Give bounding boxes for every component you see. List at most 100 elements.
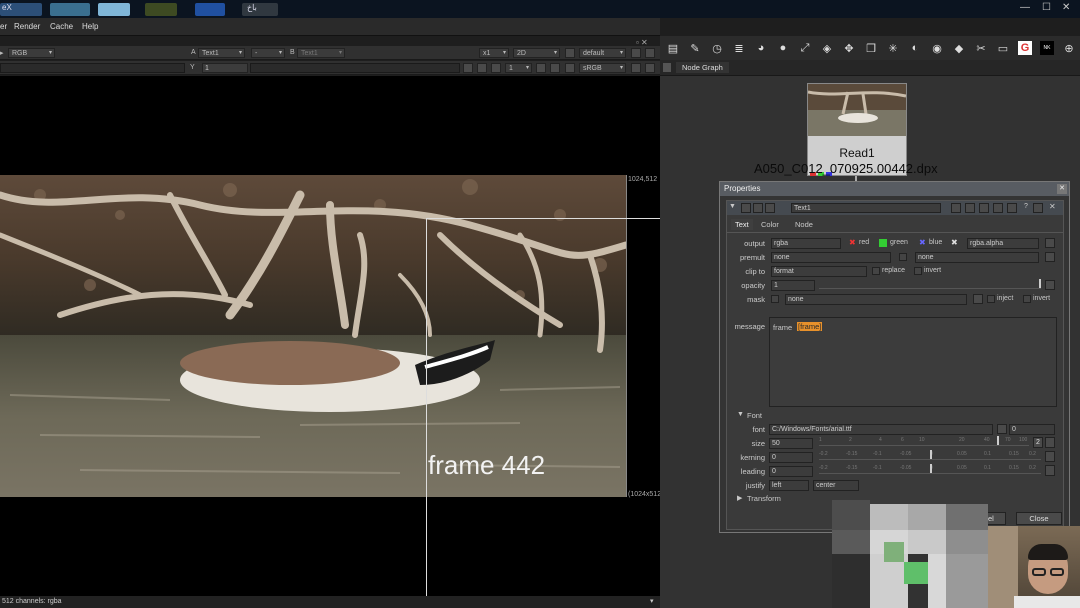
content-menu-icon[interactable] [663, 63, 671, 72]
minimize-icon[interactable]: — [1020, 2, 1030, 13]
more-icon[interactable]: ⊕ [1062, 41, 1076, 55]
taskbar-app-5[interactable] [195, 3, 225, 16]
kerning-slider-handle[interactable] [930, 450, 932, 459]
keyer-nodes-icon[interactable]: ⤢ [798, 41, 812, 55]
tab-node[interactable]: Node [795, 220, 813, 229]
justify-horizontal-dropdown[interactable]: left [769, 480, 809, 491]
collapse-icon[interactable]: ▼ [729, 203, 736, 210]
info-icon[interactable] [645, 63, 655, 73]
other-nodes-icon[interactable]: ▭ [996, 41, 1010, 55]
checkerboard-icon[interactable] [550, 63, 560, 73]
kerning-animation-button[interactable] [1045, 451, 1055, 462]
taskbar-app-4[interactable] [145, 3, 177, 16]
opacity-slider[interactable] [819, 280, 1041, 289]
color-chip-icon[interactable] [965, 203, 975, 213]
view-mode-dropdown[interactable]: 2D [513, 48, 560, 58]
green-channel-icon[interactable] [879, 239, 887, 247]
time-nodes-icon[interactable]: ◷ [710, 41, 724, 55]
premult-dropdown[interactable]: none [771, 252, 891, 263]
taskbar-app-3[interactable] [98, 3, 130, 16]
ip-icon[interactable] [631, 63, 641, 73]
opacity-field[interactable]: 1 [771, 280, 815, 291]
maximize-icon[interactable]: ☐ [1042, 2, 1051, 13]
red-channel-icon[interactable]: ✖ [849, 238, 856, 247]
channels-dropdown[interactable]: RGB [8, 48, 55, 58]
output-menu-button[interactable] [1045, 238, 1055, 248]
blue-channel-icon[interactable]: ✖ [919, 238, 926, 247]
close-button[interactable]: Close [1016, 512, 1062, 525]
viewer-process-dropdown[interactable]: default [579, 48, 626, 58]
plugin-icon[interactable]: NK [1040, 41, 1054, 55]
inject-checkbox[interactable] [987, 295, 995, 303]
gizmo-g-icon[interactable]: G [1018, 41, 1032, 55]
input-b-dropdown[interactable]: Text1 [297, 48, 345, 58]
wipe-operation-dropdown[interactable]: - [251, 48, 285, 58]
fit-icon[interactable] [463, 63, 473, 73]
gamma-slider[interactable] [250, 63, 460, 73]
wipe-handle-horizontal[interactable] [426, 218, 660, 219]
redo-icon[interactable] [993, 203, 1003, 213]
viewer-toggle-icon[interactable] [951, 203, 961, 213]
message-textarea[interactable]: frame [frame] [769, 317, 1057, 407]
question-icon[interactable]: ? [1024, 203, 1028, 210]
menu-render[interactable]: Render [14, 22, 40, 31]
overlay-icon[interactable] [536, 63, 546, 73]
views-nodes-icon[interactable]: ◉ [930, 41, 944, 55]
properties-close-icon[interactable]: ✕ [1057, 184, 1067, 194]
premult-checkbox[interactable] [899, 253, 907, 261]
panel-close-icon[interactable]: ✕ [1049, 202, 1056, 211]
gain-slider[interactable] [0, 63, 185, 73]
alpha-dropdown[interactable]: rgba.alpha [967, 238, 1039, 249]
revert-icon[interactable] [1007, 203, 1017, 213]
help-icon[interactable] [741, 203, 751, 213]
transform-section-toggle-icon[interactable]: ▶ [737, 494, 742, 502]
particles-nodes-icon[interactable]: ✳ [886, 41, 900, 55]
deep-nodes-icon[interactable]: ◐ [908, 41, 922, 55]
replace-checkbox[interactable] [872, 267, 880, 275]
font-path-field[interactable]: C:/Windows/Fonts/arial.ttf [769, 424, 993, 435]
mask-invert-checkbox[interactable] [1023, 295, 1031, 303]
filter-nodes-icon[interactable]: ● [776, 41, 790, 55]
kerning-field[interactable]: 0 [769, 452, 813, 463]
transform-nodes-icon[interactable]: ✥ [842, 41, 856, 55]
gizmo-icon[interactable] [765, 203, 775, 213]
wipe-handle-vertical[interactable] [426, 218, 427, 596]
metadata-nodes-icon[interactable]: ◆ [952, 41, 966, 55]
output-dropdown[interactable]: rgba [771, 238, 841, 249]
lut-icon[interactable] [565, 48, 575, 58]
clip-to-dropdown[interactable]: format [771, 266, 867, 277]
proxy-icon[interactable] [477, 63, 487, 73]
gamma-value-field[interactable]: 1 [202, 63, 248, 73]
size-slider-handle[interactable] [997, 436, 999, 445]
close-icon[interactable]: ✕ [1062, 2, 1070, 13]
tab-color[interactable]: Color [761, 220, 779, 229]
leading-field[interactable]: 0 [769, 466, 813, 477]
undo-icon[interactable] [979, 203, 989, 213]
leading-animation-button[interactable] [1045, 465, 1055, 476]
leading-slider-handle[interactable] [930, 464, 932, 473]
opacity-slider-handle[interactable] [1039, 279, 1041, 288]
3d-nodes-icon[interactable]: ❒ [864, 41, 878, 55]
font-browse-icon[interactable] [997, 424, 1007, 434]
tab-text[interactable]: Text [731, 219, 753, 230]
size-field[interactable]: 50 [769, 438, 813, 449]
merge-nodes-icon[interactable]: ◈ [820, 41, 834, 55]
channel-nodes-icon[interactable]: ≣ [732, 41, 746, 55]
frame-step-dropdown[interactable]: 1 [505, 63, 532, 73]
node-name-field[interactable]: Text1 [791, 203, 941, 213]
menu-help[interactable]: Help [82, 22, 98, 31]
size-step-button[interactable]: 2 [1033, 437, 1043, 448]
render-icon[interactable] [491, 63, 501, 73]
mask-checkbox[interactable] [771, 295, 779, 303]
toolsets-icon[interactable]: ✂ [974, 41, 988, 55]
downscale-dropdown[interactable]: x1 [479, 48, 509, 58]
image-nodes-icon[interactable]: ▤ [666, 41, 680, 55]
premult-channel-dropdown[interactable]: none [915, 252, 1039, 263]
invert-checkbox[interactable] [914, 267, 922, 275]
opacity-animation-button[interactable] [1045, 280, 1055, 290]
font-section-toggle-icon[interactable]: ▼ [737, 411, 744, 418]
roi-icon[interactable] [631, 48, 641, 58]
menu-viewer[interactable]: er [0, 22, 7, 31]
font-index-field[interactable]: 0 [1009, 424, 1055, 435]
clip-warning-icon[interactable] [645, 48, 655, 58]
